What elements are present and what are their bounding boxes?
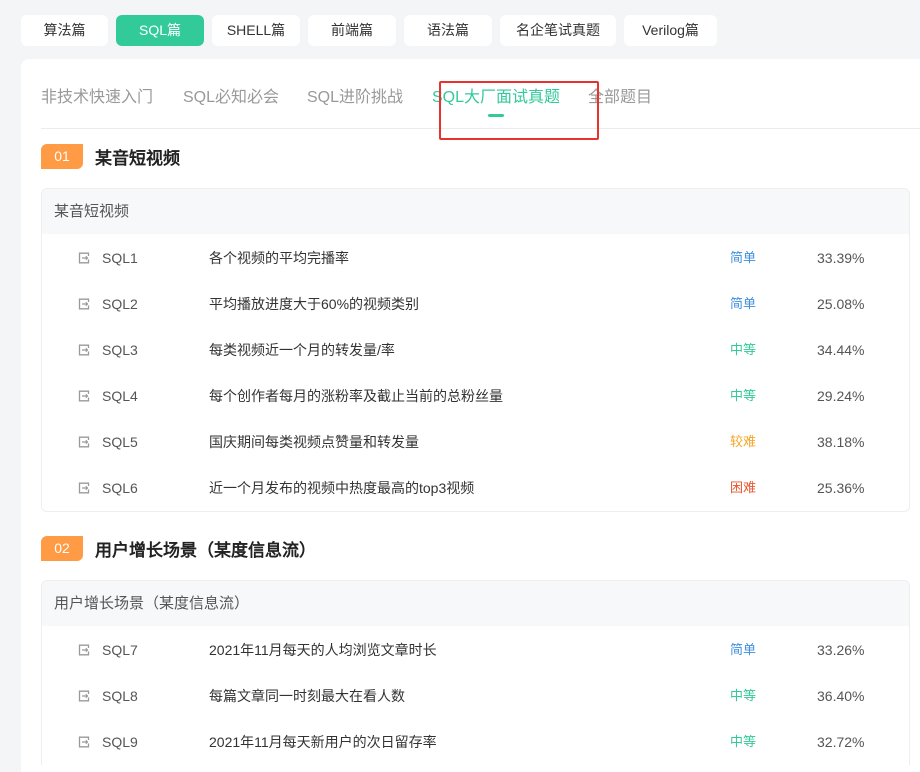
question-title[interactable]: 每篇文章同一时刻最大在看人数 <box>209 673 405 719</box>
question-group: 用户增长场景（某度信息流） SQL7 2021年11月每天的人均浏览文章时长 简… <box>41 580 910 765</box>
section-number-badge: 01 <box>41 143 83 169</box>
question-group: 某音短视频 SQL1 各个视频的平均完播率 简单 33.39% SQL2 平均播… <box>41 188 910 512</box>
question-list: SQL1 各个视频的平均完播率 简单 33.39% SQL2 平均播放进度大于6… <box>42 235 909 511</box>
code-icon <box>78 252 90 264</box>
category-verilog[interactable]: Verilog篇 <box>624 15 717 46</box>
category-frontend[interactable]: 前端篇 <box>308 15 396 46</box>
code-icon <box>78 644 90 656</box>
pass-rate: 34.44% <box>817 342 865 358</box>
difficulty-label: 中等 <box>730 688 757 703</box>
question-row[interactable]: SQL8 每篇文章同一时刻最大在看人数 中等 36.40% <box>42 673 909 719</box>
pass-rate: 33.26% <box>817 642 865 658</box>
pass-rate: 29.24% <box>817 388 865 404</box>
question-title[interactable]: 2021年11月每天的人均浏览文章时长 <box>209 627 437 673</box>
tab-sql-must-know[interactable]: SQL必知必会 <box>183 71 279 129</box>
active-tab-indicator <box>488 114 505 117</box>
section-title: 用户增长场景（某度信息流） <box>95 540 316 560</box>
tab-sql-advanced[interactable]: SQL进阶挑战 <box>307 71 403 129</box>
question-list: SQL7 2021年11月每天的人均浏览文章时长 简单 33.26% SQL8 … <box>42 627 909 765</box>
code-icon <box>78 482 90 494</box>
question-code: SQL3 <box>102 342 138 358</box>
question-title[interactable]: 国庆期间每类视频点赞量和转发量 <box>209 419 419 465</box>
question-title[interactable]: 每个创作者每月的涨粉率及截止当前的总粉丝量 <box>209 373 503 419</box>
category-shell[interactable]: SHELL篇 <box>212 15 300 46</box>
difficulty-label: 简单 <box>730 296 757 311</box>
tab-all-questions[interactable]: 全部题目 <box>588 71 652 129</box>
category-bar: 算法篇 SQL篇 SHELL篇 前端篇 语法篇 名企笔试真题 Verilog篇 <box>21 15 717 46</box>
tab-sql-interview-label: SQL大厂面试真题 <box>432 89 561 106</box>
group-header: 用户增长场景（某度信息流） <box>42 581 909 626</box>
code-icon <box>78 690 90 702</box>
difficulty-label: 简单 <box>730 642 757 657</box>
code-icon <box>78 436 90 448</box>
code-icon <box>78 298 90 310</box>
tab-non-tech-intro[interactable]: 非技术快速入门 <box>41 71 153 129</box>
pass-rate: 38.18% <box>817 434 865 450</box>
question-code: SQL7 <box>102 642 138 658</box>
category-sql[interactable]: SQL篇 <box>116 15 204 46</box>
question-code: SQL4 <box>102 388 138 404</box>
question-code: SQL8 <box>102 688 138 704</box>
group-header: 某音短视频 <box>42 189 909 234</box>
code-icon <box>78 344 90 356</box>
difficulty-label: 中等 <box>730 734 757 749</box>
code-icon <box>78 390 90 402</box>
pass-rate: 33.39% <box>817 250 865 266</box>
question-row[interactable]: SQL1 各个视频的平均完播率 简单 33.39% <box>42 235 909 281</box>
question-title[interactable]: 2021年11月每天新用户的次日留存率 <box>209 719 437 765</box>
question-title[interactable]: 平均播放进度大于60%的视频类别 <box>209 281 419 327</box>
question-row[interactable]: SQL6 近一个月发布的视频中热度最高的top3视频 困难 25.36% <box>42 465 909 511</box>
category-company-exams[interactable]: 名企笔试真题 <box>500 15 616 46</box>
question-title[interactable]: 各个视频的平均完播率 <box>209 235 349 281</box>
code-icon <box>78 736 90 748</box>
question-row[interactable]: SQL9 2021年11月每天新用户的次日留存率 中等 32.72% <box>42 719 909 765</box>
question-row[interactable]: SQL5 国庆期间每类视频点赞量和转发量 较难 38.18% <box>42 419 909 465</box>
question-code: SQL6 <box>102 480 138 496</box>
question-code: SQL5 <box>102 434 138 450</box>
question-code: SQL1 <box>102 250 138 266</box>
pass-rate: 25.08% <box>817 296 865 312</box>
difficulty-label: 中等 <box>730 388 757 403</box>
question-row[interactable]: SQL7 2021年11月每天的人均浏览文章时长 简单 33.26% <box>42 627 909 673</box>
difficulty-label: 较难 <box>730 434 757 449</box>
question-row[interactable]: SQL4 每个创作者每月的涨粉率及截止当前的总粉丝量 中等 29.24% <box>42 373 909 419</box>
question-code: SQL9 <box>102 734 138 750</box>
pass-rate: 32.72% <box>817 734 865 750</box>
question-row[interactable]: SQL2 平均播放进度大于60%的视频类别 简单 25.08% <box>42 281 909 327</box>
question-code: SQL2 <box>102 296 138 312</box>
question-row[interactable]: SQL3 每类视频近一个月的转发量/率 中等 34.44% <box>42 327 909 373</box>
category-syntax[interactable]: 语法篇 <box>404 15 492 46</box>
difficulty-label: 简单 <box>730 250 757 265</box>
question-title[interactable]: 每类视频近一个月的转发量/率 <box>209 327 395 373</box>
section-header: 01 某音短视频 <box>41 143 180 169</box>
difficulty-label: 困难 <box>730 480 757 495</box>
pass-rate: 36.40% <box>817 688 865 704</box>
category-algorithm[interactable]: 算法篇 <box>21 15 108 46</box>
section-number-badge: 02 <box>41 535 83 561</box>
question-title[interactable]: 近一个月发布的视频中热度最高的top3视频 <box>209 465 474 511</box>
pass-rate: 25.36% <box>817 480 865 496</box>
sub-tab-bar: 非技术快速入门 SQL必知必会 SQL进阶挑战 SQL大厂面试真题 全部题目 <box>41 71 920 140</box>
difficulty-label: 中等 <box>730 342 757 357</box>
section-header: 02 用户增长场景（某度信息流） <box>41 535 316 561</box>
question-panel: 非技术快速入门 SQL必知必会 SQL进阶挑战 SQL大厂面试真题 全部题目 0… <box>21 59 920 772</box>
section-title: 某音短视频 <box>95 148 180 168</box>
tab-sql-interview-questions[interactable]: SQL大厂面试真题 <box>432 71 560 129</box>
